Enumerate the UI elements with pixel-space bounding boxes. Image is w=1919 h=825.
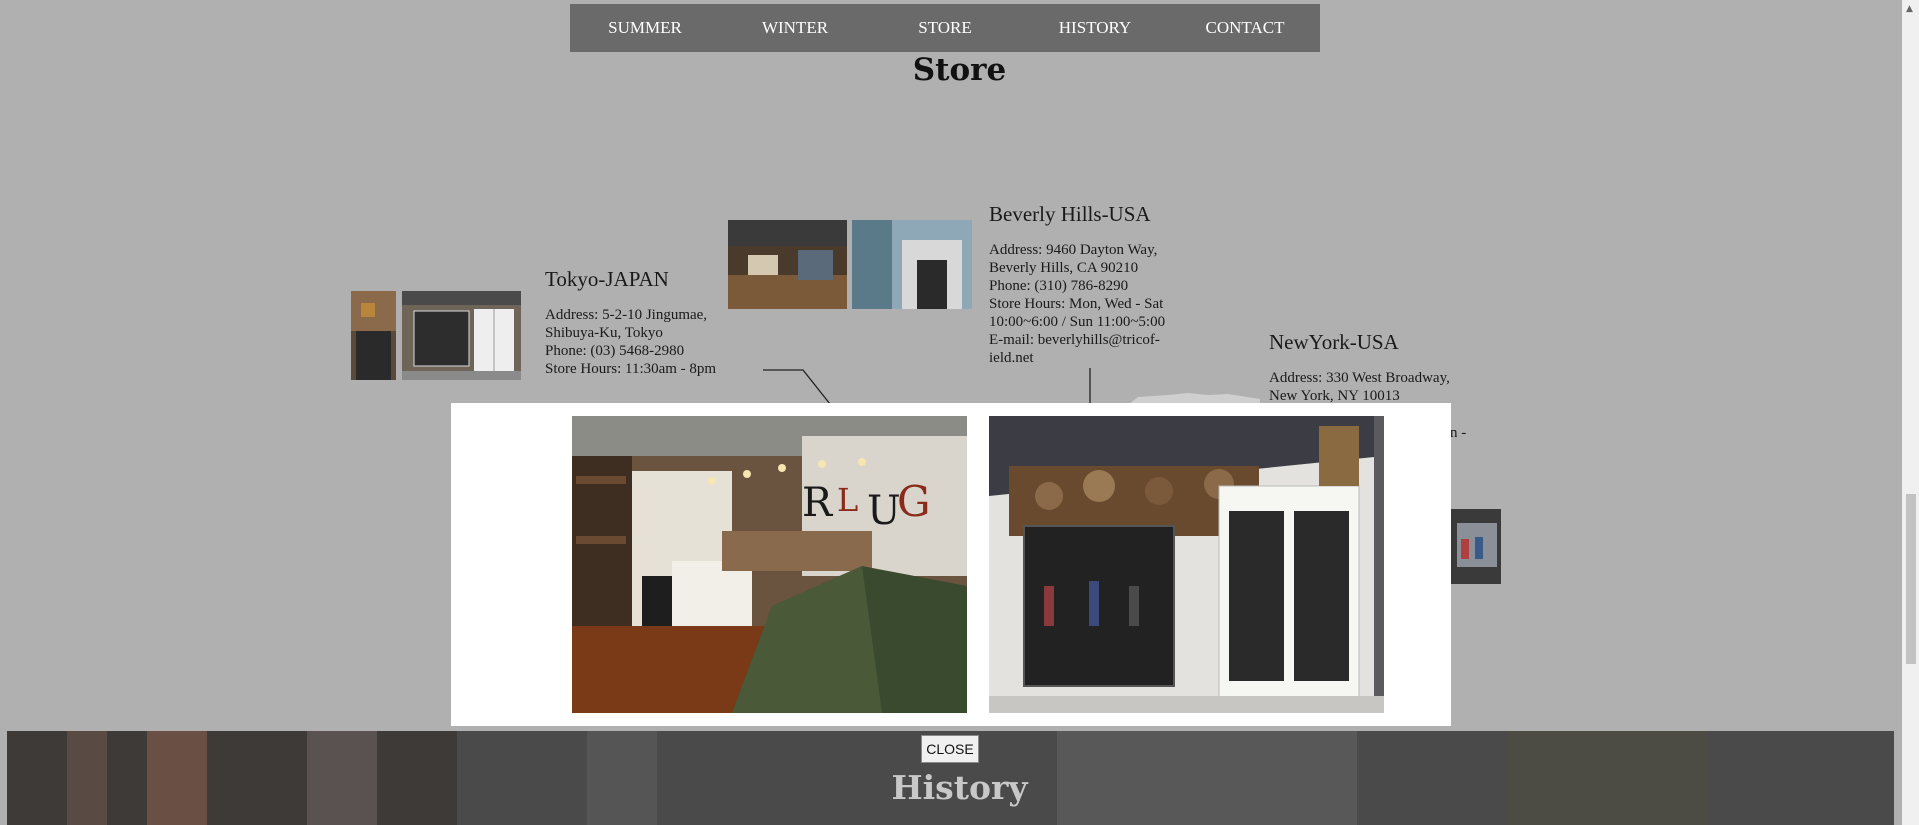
storefront-photo: [989, 416, 1384, 713]
page-scrollbar[interactable]: ▲: [1902, 0, 1919, 825]
store-beverly-line: Store Hours: Mon, Wed - Sat: [989, 296, 1164, 312]
tokyo-thumb-2[interactable]: [402, 291, 521, 380]
svg-text:R: R: [802, 480, 834, 526]
store-beverly: Beverly Hills-USA Address: 9460 Dayton W…: [989, 202, 1209, 367]
store-interior-photo: R L U G: [572, 416, 967, 713]
svg-text:U: U: [867, 488, 901, 534]
store-tokyo-name: Tokyo-JAPAN: [545, 267, 669, 291]
store-beverly-line: ield.net: [989, 350, 1034, 366]
store-newyork-partial-text: n -: [1450, 425, 1467, 441]
store-tokyo: Tokyo-JAPAN Address: 5-2-10 Jingumae, Sh…: [545, 267, 775, 378]
scroll-up-arrow-icon[interactable]: ▲: [1906, 4, 1913, 14]
store-tokyo-line: Phone: (03) 5468-2980: [545, 343, 685, 359]
store-beverly-line: Beverly Hills, CA 90210: [989, 260, 1139, 276]
store-beverly-line: E-mail: beverlyhills@tricof-: [989, 332, 1160, 348]
store-newyork: NewYork-USA Address: 330 West Broadway, …: [1269, 330, 1499, 405]
svg-text:L: L: [837, 481, 858, 519]
lightbox-modal: R L U G: [451, 403, 1451, 726]
store-beverly-name: Beverly Hills-USA: [989, 202, 1151, 226]
scrollbar-thumb[interactable]: [1906, 494, 1916, 664]
newyork-thumb[interactable]: [1451, 509, 1501, 584]
svg-text:G: G: [897, 477, 931, 526]
store-tokyo-line: Address: 5-2-10 Jingumae,: [545, 307, 708, 323]
newyork-thumb-partial: [1128, 390, 1260, 404]
store-tokyo-line: Shibuya-Ku, Tokyo: [545, 325, 663, 341]
store-tokyo-line: Store Hours: 11:30am - 8pm: [545, 361, 717, 377]
history-title: History: [891, 768, 1028, 807]
tokyo-thumb-1[interactable]: [351, 291, 396, 380]
beverly-thumb-2[interactable]: [852, 220, 972, 309]
store-beverly-line: 10:00~6:00 / Sun 11:00~5:00: [989, 314, 1166, 330]
store-newyork-name: NewYork-USA: [1269, 330, 1399, 354]
close-button[interactable]: CLOSE: [921, 735, 979, 763]
store-newyork-line: Address: 330 West Broadway,: [1269, 370, 1450, 386]
store-beverly-line: Address: 9460 Dayton Way,: [989, 242, 1158, 258]
store-beverly-line: Phone: (310) 786-8290: [989, 278, 1129, 294]
store-newyork-partial: n -: [1450, 424, 1466, 442]
